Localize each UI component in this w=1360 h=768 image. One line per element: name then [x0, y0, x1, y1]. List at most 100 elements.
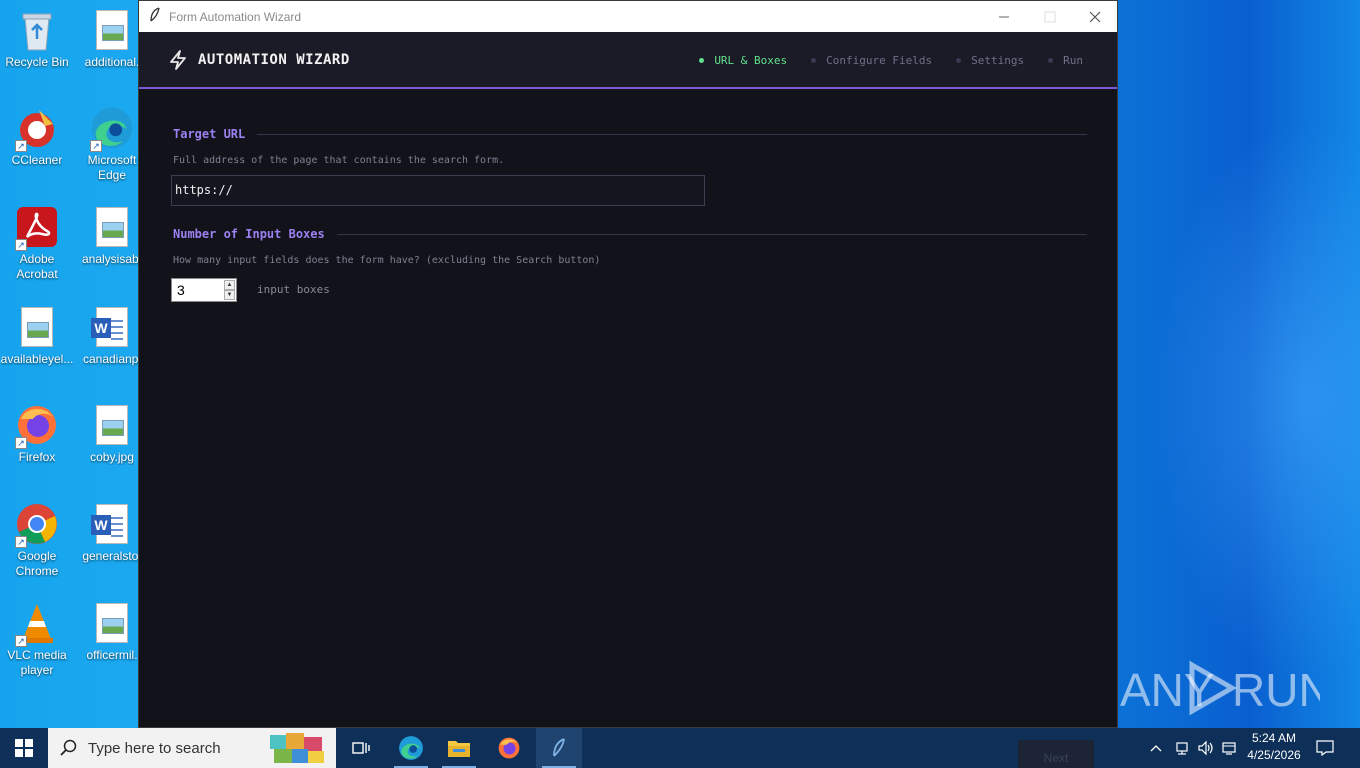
- network-icon: [1176, 742, 1188, 755]
- section-divider: [336, 233, 1087, 235]
- spin-up-icon[interactable]: ▲: [224, 280, 235, 290]
- step-indicator-dot: [811, 58, 817, 63]
- word-document-icon: W: [90, 305, 134, 349]
- svg-text:RUN: RUN: [1232, 664, 1320, 716]
- network-tray-button[interactable]: [1174, 728, 1192, 768]
- app-window: Form Automation Wizard AUTOMATION WIZARD…: [138, 0, 1118, 728]
- step-label: Settings: [971, 54, 1025, 67]
- app-header: AUTOMATION WIZARD URL & Boxes Configure …: [139, 32, 1117, 89]
- section-divider: [257, 133, 1087, 135]
- desktop-icon-label: availableyel...: [0, 352, 74, 366]
- desktop-icon-adobe-acrobat[interactable]: ↗ Adobe Acrobat: [0, 205, 74, 282]
- section-title-text: Target URL: [173, 127, 246, 141]
- step-run[interactable]: Run: [1048, 54, 1083, 67]
- desktop-icon-label: Firefox: [18, 450, 56, 464]
- desktop-icon-vlc[interactable]: ↗ VLC media player: [0, 601, 74, 678]
- close-button[interactable]: [1072, 1, 1118, 32]
- step-indicator-dot: [699, 58, 705, 63]
- lightning-bolt-icon: [170, 49, 186, 70]
- step-label: Run: [1063, 54, 1083, 67]
- taskbar-automation-wizard[interactable]: [536, 728, 582, 768]
- desktop-icon-label: analysisab.: [81, 252, 143, 266]
- desktop-icon-ccleaner[interactable]: ↗ CCleaner: [0, 106, 74, 168]
- step-label: URL & Boxes: [714, 54, 788, 67]
- desktop-icon-label: additional.: [84, 55, 140, 69]
- image-file-icon: [15, 305, 59, 349]
- feather-icon: [553, 738, 565, 757]
- notifications-button[interactable]: [1316, 728, 1340, 768]
- window-titlebar[interactable]: Form Automation Wizard: [139, 1, 1117, 32]
- edge-icon: [399, 736, 423, 760]
- wizard-content: Target URL Full address of the page that…: [139, 89, 1117, 729]
- chrome-icon: ↗: [15, 502, 59, 548]
- shortcut-arrow-icon: ↗: [15, 635, 27, 647]
- target-url-help: Full address of the page that contains t…: [173, 155, 505, 166]
- shortcut-arrow-icon: ↗: [15, 437, 27, 449]
- desktop-icon-google-chrome[interactable]: ↗ Google Chrome: [0, 502, 74, 579]
- minimize-button[interactable]: [981, 1, 1027, 32]
- step-indicator-dot: [1048, 58, 1054, 63]
- desktop-icon-label: Adobe Acrobat: [16, 252, 58, 281]
- desktop-icon-label: officermil.: [86, 648, 138, 662]
- desktop-icon-label: Google Chrome: [15, 549, 59, 578]
- target-url-section-title: Target URL: [173, 127, 1087, 141]
- maximize-button[interactable]: [1027, 1, 1073, 32]
- taskbar-search[interactable]: Type here to search: [48, 728, 336, 768]
- firefox-icon: [498, 737, 520, 759]
- anyrun-watermark-logo: ANY RUN: [1120, 660, 1320, 716]
- step-url-boxes[interactable]: URL & Boxes: [699, 54, 787, 67]
- taskbar-edge[interactable]: [388, 728, 434, 768]
- input-boxes-section-title: Number of Input Boxes: [173, 227, 1087, 241]
- taskbar: Type here to search Next 5:24 AM 4/25/20…: [0, 728, 1360, 768]
- edge-icon: ↗: [90, 106, 134, 152]
- desktop-icon-label: VLC media player: [7, 648, 67, 677]
- input-method-icon: [1222, 742, 1236, 755]
- spin-down-icon[interactable]: ▼: [224, 290, 235, 300]
- firefox-icon: ↗: [15, 403, 59, 449]
- input-boxes-help: How many input fields does the form have…: [173, 255, 601, 266]
- taskbar-file-explorer[interactable]: [436, 728, 482, 768]
- spinbox-suffix: input boxes: [257, 283, 330, 296]
- next-button[interactable]: Next: [1018, 740, 1094, 768]
- spinbox-value[interactable]: 3: [177, 282, 185, 298]
- url-input[interactable]: https://: [171, 175, 705, 206]
- step-settings[interactable]: Settings: [956, 54, 1024, 67]
- ccleaner-icon: ↗: [15, 106, 59, 152]
- desktop-icon-firefox[interactable]: ↗ Firefox: [0, 403, 74, 465]
- folder-icon: [448, 741, 470, 757]
- image-file-icon: [90, 205, 134, 249]
- desktop-icon-label: canadianpi: [82, 352, 142, 366]
- shortcut-arrow-icon: ↗: [90, 140, 102, 152]
- desktop-icon-recycle-bin[interactable]: Recycle Bin: [0, 8, 74, 70]
- wizard-steps: URL & Boxes Configure Fields Settings Ru…: [675, 32, 1083, 89]
- step-label: Configure Fields: [826, 54, 933, 67]
- taskbar-clock[interactable]: 5:24 AM 4/25/2026: [1236, 730, 1312, 764]
- adobe-acrobat-icon: ↗: [15, 205, 59, 251]
- image-file-icon: [90, 403, 134, 447]
- task-view-icon: [352, 742, 370, 754]
- volume-tray-button[interactable]: [1197, 728, 1217, 768]
- shortcut-arrow-icon: ↗: [15, 239, 27, 251]
- step-configure-fields[interactable]: Configure Fields: [811, 54, 932, 67]
- desktop-icon-availableyel[interactable]: availableyel...: [0, 305, 74, 367]
- search-placeholder: Type here to search: [88, 739, 221, 757]
- desktop-icon-label: generalsto.: [82, 549, 142, 563]
- clock-time: 5:24 AM: [1251, 731, 1297, 745]
- start-button[interactable]: [0, 728, 48, 768]
- wallpaper-glow: [1150, 120, 1360, 680]
- desktop-icon-label: CCleaner: [11, 153, 63, 167]
- window-title: Form Automation Wizard: [169, 9, 302, 24]
- section-title-text: Number of Input Boxes: [173, 227, 325, 241]
- input-boxes-spinbox[interactable]: 3 ▲ ▼: [171, 278, 237, 302]
- speaker-icon: [1198, 740, 1213, 756]
- show-hidden-icons-button[interactable]: [1150, 728, 1166, 768]
- task-view-button[interactable]: [338, 728, 384, 768]
- taskbar-firefox[interactable]: [486, 728, 532, 768]
- clock-date: 4/25/2026: [1247, 748, 1301, 762]
- feather-icon: [149, 7, 165, 26]
- search-highlight-puzzle-icon: [270, 733, 324, 763]
- shortcut-arrow-icon: ↗: [15, 536, 27, 548]
- image-file-icon: [90, 8, 134, 52]
- desktop-icon-label: coby.jpg: [90, 450, 134, 464]
- step-indicator-dot: [956, 58, 962, 63]
